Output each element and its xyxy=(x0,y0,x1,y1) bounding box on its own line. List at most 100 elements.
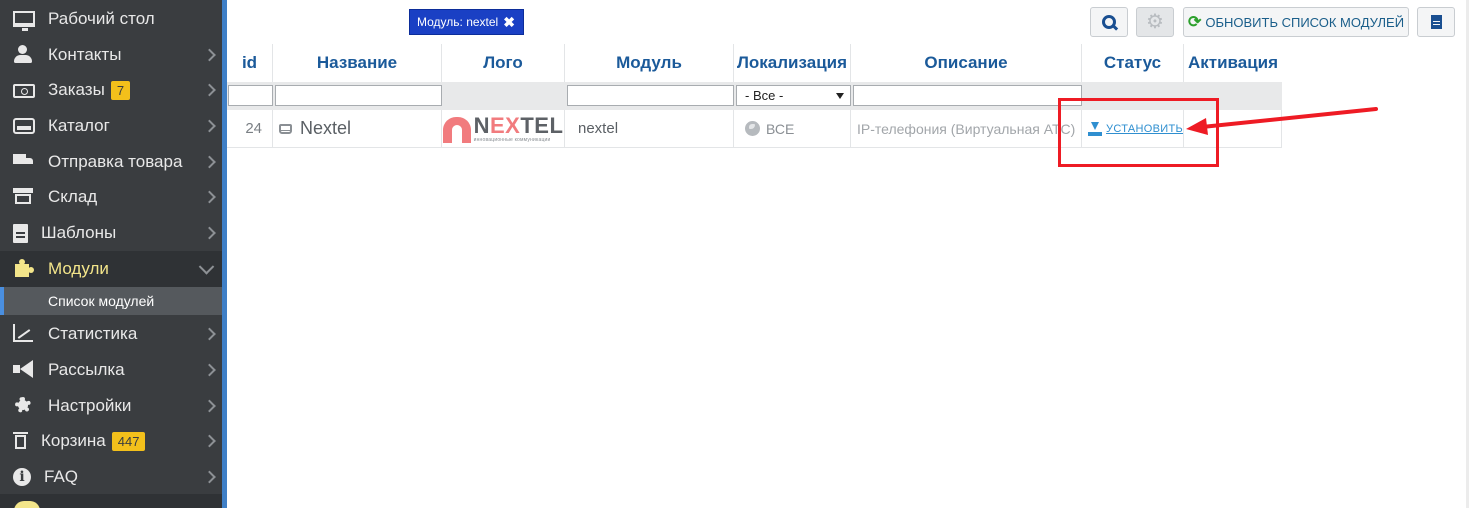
file-icon xyxy=(13,223,28,243)
sidebar-item-mailing[interactable]: Рассылка xyxy=(0,352,222,388)
column-header-module[interactable]: Модуль xyxy=(565,44,734,82)
column-header-logo[interactable]: Лого xyxy=(442,44,565,82)
sidebar-item-statistics[interactable]: Статистика xyxy=(0,316,222,352)
nextel-logo: NEXTEL инновационные коммуникации xyxy=(442,112,564,143)
sidebar-item-faq[interactable]: i FAQ xyxy=(0,459,222,495)
logo-word-part: N xyxy=(473,112,490,138)
settings-button[interactable]: ⚙ xyxy=(1136,7,1174,37)
cell-logo: NEXTEL инновационные коммуникации xyxy=(442,110,565,147)
chevron-right-icon xyxy=(203,48,216,62)
sidebar-item-catalog[interactable]: Каталог xyxy=(0,108,222,144)
chevron-down-icon xyxy=(198,259,215,275)
sidebar-item-templates[interactable]: Шаблоны xyxy=(0,215,222,251)
cell-description: IP-телефония (Виртуальная АТС) xyxy=(851,110,1082,147)
sidebar-item-trash[interactable]: Корзина 447 xyxy=(0,423,222,459)
inbox-icon xyxy=(13,118,35,134)
trash-icon xyxy=(13,431,28,451)
gear-icon: ⚙ xyxy=(1146,11,1164,33)
column-header-localization[interactable]: Локализация xyxy=(734,44,851,82)
hdd-icon xyxy=(279,123,292,134)
chevron-right-icon xyxy=(203,399,216,413)
chevron-right-icon xyxy=(203,434,216,448)
cell-name: Nextel xyxy=(273,110,442,147)
table-header: id Название Лого Модуль Локализация Опис… xyxy=(227,44,1282,82)
refresh-button-label: ОБНОВИТЬ СПИСОК МОДУЛЕЙ xyxy=(1205,14,1405,30)
column-header-activation[interactable]: Активация xyxy=(1184,44,1282,82)
sidebar-item-label: Модули xyxy=(48,259,109,278)
sidebar-item-shipping[interactable]: Отправка товара xyxy=(0,144,222,180)
cloud-icon xyxy=(14,501,40,508)
sidebar-item-warehouse[interactable]: Склад xyxy=(0,179,222,215)
column-header-status[interactable]: Статус xyxy=(1082,44,1184,82)
money-icon xyxy=(13,84,35,98)
sidebar-item-partial[interactable] xyxy=(0,494,222,508)
row-name: Nextel xyxy=(300,118,352,138)
sidebar-item-contacts[interactable]: Контакты xyxy=(0,37,222,73)
sidebar-item-label: Отправка товара xyxy=(48,152,183,171)
close-icon[interactable]: ✖ xyxy=(503,14,515,31)
id-filter-input[interactable] xyxy=(228,85,273,106)
refresh-modules-button[interactable]: ⟳ ОБНОВИТЬ СПИСОК МОДУЛЕЙ xyxy=(1183,7,1409,37)
column-header-name[interactable]: Название xyxy=(273,44,442,82)
dropdown-caret-icon xyxy=(836,93,844,99)
logo-word-accent: EX xyxy=(489,112,521,138)
puzzle-icon xyxy=(13,259,35,279)
sidebar-item-orders[interactable]: Заказы 7 xyxy=(0,72,222,108)
sidebar-item-modules[interactable]: Модули xyxy=(0,251,222,287)
bullhorn-icon xyxy=(13,360,35,380)
column-header-id[interactable]: id xyxy=(227,44,273,82)
sidebar-item-label: Статистика xyxy=(48,324,138,343)
sidebar-item-desktop[interactable]: Рабочий стол xyxy=(0,1,222,37)
cell-localization: ВСЕ xyxy=(734,110,851,147)
active-filter-tag[interactable]: Модуль: nextel ✖ xyxy=(409,9,524,35)
sidebar-item-label: Рабочий стол xyxy=(48,9,155,28)
row-id: 24 xyxy=(245,120,262,137)
sidebar-item-label: Рассылка xyxy=(48,360,125,379)
export-button[interactable] xyxy=(1417,7,1455,37)
sidebar-item-label: FAQ xyxy=(44,467,79,486)
sidebar-subitem-module-list[interactable]: Список модулей xyxy=(0,287,222,315)
localization-filter-select[interactable]: - Все - xyxy=(736,85,851,106)
annotation-arrow xyxy=(1186,107,1378,135)
trash-count-badge: 447 xyxy=(111,431,146,451)
logo-subtitle: инновационные коммуникации xyxy=(473,136,551,143)
users-icon xyxy=(13,45,35,65)
orders-count-badge: 7 xyxy=(110,80,131,100)
refresh-icon: ⟳ xyxy=(1187,14,1202,31)
row-localization: ВСЕ xyxy=(766,120,795,137)
info-icon: i xyxy=(13,468,31,486)
module-filter-input[interactable] xyxy=(567,85,734,106)
cell-id: 24 xyxy=(227,110,273,147)
search-icon xyxy=(1102,15,1116,29)
logo-word-part: TEL xyxy=(520,112,564,138)
document-icon xyxy=(1430,15,1442,29)
chevron-right-icon xyxy=(203,226,216,240)
localization-filter-value: - Все - xyxy=(745,88,784,103)
chevron-right-icon xyxy=(203,363,216,377)
row-description: IP-телефония (Виртуальная АТС) xyxy=(857,120,1076,137)
sidebar-item-label: Заказы xyxy=(48,80,105,99)
truck-icon xyxy=(13,152,35,172)
name-filter-input[interactable] xyxy=(275,85,442,106)
sidebar-item-label: Корзина xyxy=(41,431,106,450)
row-module: nextel xyxy=(578,120,619,137)
column-header-description[interactable]: Описание xyxy=(851,44,1082,82)
sidebar-item-label: Настройки xyxy=(48,396,132,415)
sidebar-subitem-label: Список модулей xyxy=(48,293,155,309)
monitor-icon xyxy=(13,11,35,31)
sidebar-item-label: Каталог xyxy=(48,116,110,135)
sidebar-item-label: Контакты xyxy=(48,45,122,64)
filter-tag-label: Модуль: nextel xyxy=(417,15,499,29)
gear-icon xyxy=(13,396,35,416)
search-button[interactable] xyxy=(1090,7,1128,37)
cell-module: nextel xyxy=(565,110,734,147)
nextel-logo-mark-icon xyxy=(442,115,471,143)
archive-icon xyxy=(13,187,35,207)
description-filter-input[interactable] xyxy=(853,85,1082,106)
globe-icon xyxy=(745,121,760,136)
chevron-right-icon xyxy=(203,470,216,484)
chevron-right-icon xyxy=(203,83,216,97)
sidebar-item-settings[interactable]: Настройки xyxy=(0,388,222,424)
chevron-right-icon xyxy=(203,190,216,204)
chevron-right-icon xyxy=(203,155,216,169)
